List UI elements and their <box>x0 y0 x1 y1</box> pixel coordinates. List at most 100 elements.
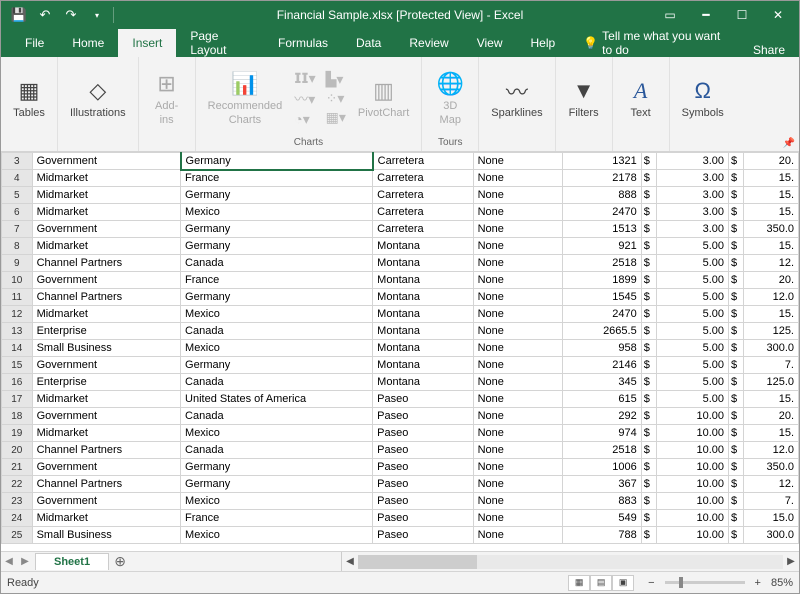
tables-button[interactable]: ▦ Tables <box>7 73 51 124</box>
cell[interactable]: Government <box>32 408 180 425</box>
cell[interactable]: $ <box>729 357 744 374</box>
cell[interactable]: 12.0 <box>744 289 799 306</box>
cell[interactable]: 10.00 <box>657 442 729 459</box>
cell[interactable]: Mexico <box>181 527 373 544</box>
table-row[interactable]: 5MidmarketGermanyCarreteraNone888$3.00$1… <box>2 187 799 204</box>
pie-chart-icon[interactable]: ◔▾ <box>294 111 315 128</box>
cell[interactable]: None <box>473 153 563 170</box>
table-row[interactable]: 16EnterpriseCanadaMontanaNone345$5.00$12… <box>2 374 799 391</box>
cell[interactable]: $ <box>729 255 744 272</box>
cell[interactable]: None <box>473 425 563 442</box>
cell[interactable]: 5.00 <box>657 374 729 391</box>
tab-file[interactable]: File <box>11 29 58 57</box>
cell[interactable]: 15.0 <box>744 510 799 527</box>
cell[interactable]: Midmarket <box>32 187 180 204</box>
cell[interactable]: Midmarket <box>32 425 180 442</box>
cell[interactable]: 5.00 <box>657 323 729 340</box>
cell[interactable]: Germany <box>181 187 373 204</box>
cell[interactable]: France <box>181 170 373 187</box>
new-sheet-icon[interactable]: ⊕ <box>111 553 129 570</box>
area-chart-icon[interactable]: ▙▾ <box>326 71 346 88</box>
pivotchart-button[interactable]: ▥ PivotChart <box>352 73 415 124</box>
table-row[interactable]: 18GovernmentCanadaPaseoNone292$10.00$20. <box>2 408 799 425</box>
table-row[interactable]: 12MidmarketMexicoMontanaNone2470$5.00$15… <box>2 306 799 323</box>
table-row[interactable]: 7GovernmentGermanyCarreteraNone1513$3.00… <box>2 221 799 238</box>
cell[interactable]: Montana <box>373 255 473 272</box>
cell[interactable]: $ <box>729 221 744 238</box>
cell[interactable]: Midmarket <box>32 306 180 323</box>
cell[interactable]: 15. <box>744 391 799 408</box>
cell[interactable]: 1321 <box>563 153 642 170</box>
cell[interactable]: $ <box>729 476 744 493</box>
cell[interactable]: Paseo <box>373 527 473 544</box>
cell[interactable]: Paseo <box>373 459 473 476</box>
cell[interactable]: France <box>181 272 373 289</box>
cell[interactable]: $ <box>641 204 656 221</box>
cell[interactable]: 2146 <box>563 357 642 374</box>
table-row[interactable]: 6MidmarketMexicoCarreteraNone2470$3.00$1… <box>2 204 799 221</box>
cell[interactable]: Government <box>32 153 180 170</box>
cell[interactable]: None <box>473 408 563 425</box>
cell[interactable]: 300.0 <box>744 340 799 357</box>
cell[interactable]: 10.00 <box>657 527 729 544</box>
cell[interactable]: 1513 <box>563 221 642 238</box>
cell[interactable]: $ <box>729 153 744 170</box>
row-header[interactable]: 10 <box>2 272 33 289</box>
cell[interactable]: None <box>473 187 563 204</box>
cell[interactable]: 958 <box>563 340 642 357</box>
cell[interactable]: Government <box>32 459 180 476</box>
cell[interactable]: $ <box>641 306 656 323</box>
cell[interactable]: Montana <box>373 306 473 323</box>
cell[interactable]: None <box>473 391 563 408</box>
cell[interactable]: 2470 <box>563 204 642 221</box>
qat-more-icon[interactable]: ▾ <box>87 5 107 25</box>
cell[interactable]: 5.00 <box>657 238 729 255</box>
cell[interactable]: Germany <box>181 289 373 306</box>
zoom-in-icon[interactable]: + <box>751 577 765 589</box>
cell[interactable]: Paseo <box>373 493 473 510</box>
cell[interactable]: 15. <box>744 425 799 442</box>
cell[interactable]: 3.00 <box>657 204 729 221</box>
cell[interactable]: 921 <box>563 238 642 255</box>
cell[interactable]: $ <box>641 357 656 374</box>
cell[interactable]: Mexico <box>181 306 373 323</box>
cell[interactable]: 1006 <box>563 459 642 476</box>
cell[interactable]: None <box>473 170 563 187</box>
cell[interactable]: $ <box>729 442 744 459</box>
tab-help[interactable]: Help <box>517 29 570 57</box>
text-button[interactable]: A Text <box>619 73 663 124</box>
cell[interactable]: 15. <box>744 238 799 255</box>
row-header[interactable]: 24 <box>2 510 33 527</box>
cell[interactable]: $ <box>729 187 744 204</box>
cell[interactable]: Midmarket <box>32 238 180 255</box>
cell[interactable]: 12. <box>744 476 799 493</box>
zoom-slider[interactable] <box>665 581 745 584</box>
cell[interactable]: 15. <box>744 170 799 187</box>
row-header[interactable]: 6 <box>2 204 33 221</box>
cell[interactable]: 3.00 <box>657 221 729 238</box>
cell[interactable]: None <box>473 289 563 306</box>
table-row[interactable]: 23GovernmentMexicoPaseoNone883$10.00$7. <box>2 493 799 510</box>
cell[interactable]: 345 <box>563 374 642 391</box>
cell[interactable]: $ <box>729 323 744 340</box>
cell[interactable]: Carretera <box>373 204 473 221</box>
cell[interactable]: 20. <box>744 153 799 170</box>
cell[interactable]: Germany <box>181 476 373 493</box>
cell[interactable]: 3.00 <box>657 187 729 204</box>
cell[interactable]: Midmarket <box>32 391 180 408</box>
cell[interactable]: Montana <box>373 272 473 289</box>
cell[interactable]: Channel Partners <box>32 476 180 493</box>
cell[interactable]: 5.00 <box>657 306 729 323</box>
cell[interactable]: Paseo <box>373 391 473 408</box>
row-header[interactable]: 19 <box>2 425 33 442</box>
tab-home[interactable]: Home <box>58 29 118 57</box>
cell[interactable]: Mexico <box>181 425 373 442</box>
row-header[interactable]: 3 <box>2 153 33 170</box>
cell[interactable]: Germany <box>181 459 373 476</box>
cell[interactable]: 7. <box>744 357 799 374</box>
tell-me-search[interactable]: 💡 Tell me what you want to do <box>575 29 739 57</box>
cell[interactable]: 5.00 <box>657 391 729 408</box>
page-break-view-icon[interactable]: ▣ <box>612 575 634 591</box>
cell[interactable]: Small Business <box>32 340 180 357</box>
cell[interactable]: $ <box>729 391 744 408</box>
